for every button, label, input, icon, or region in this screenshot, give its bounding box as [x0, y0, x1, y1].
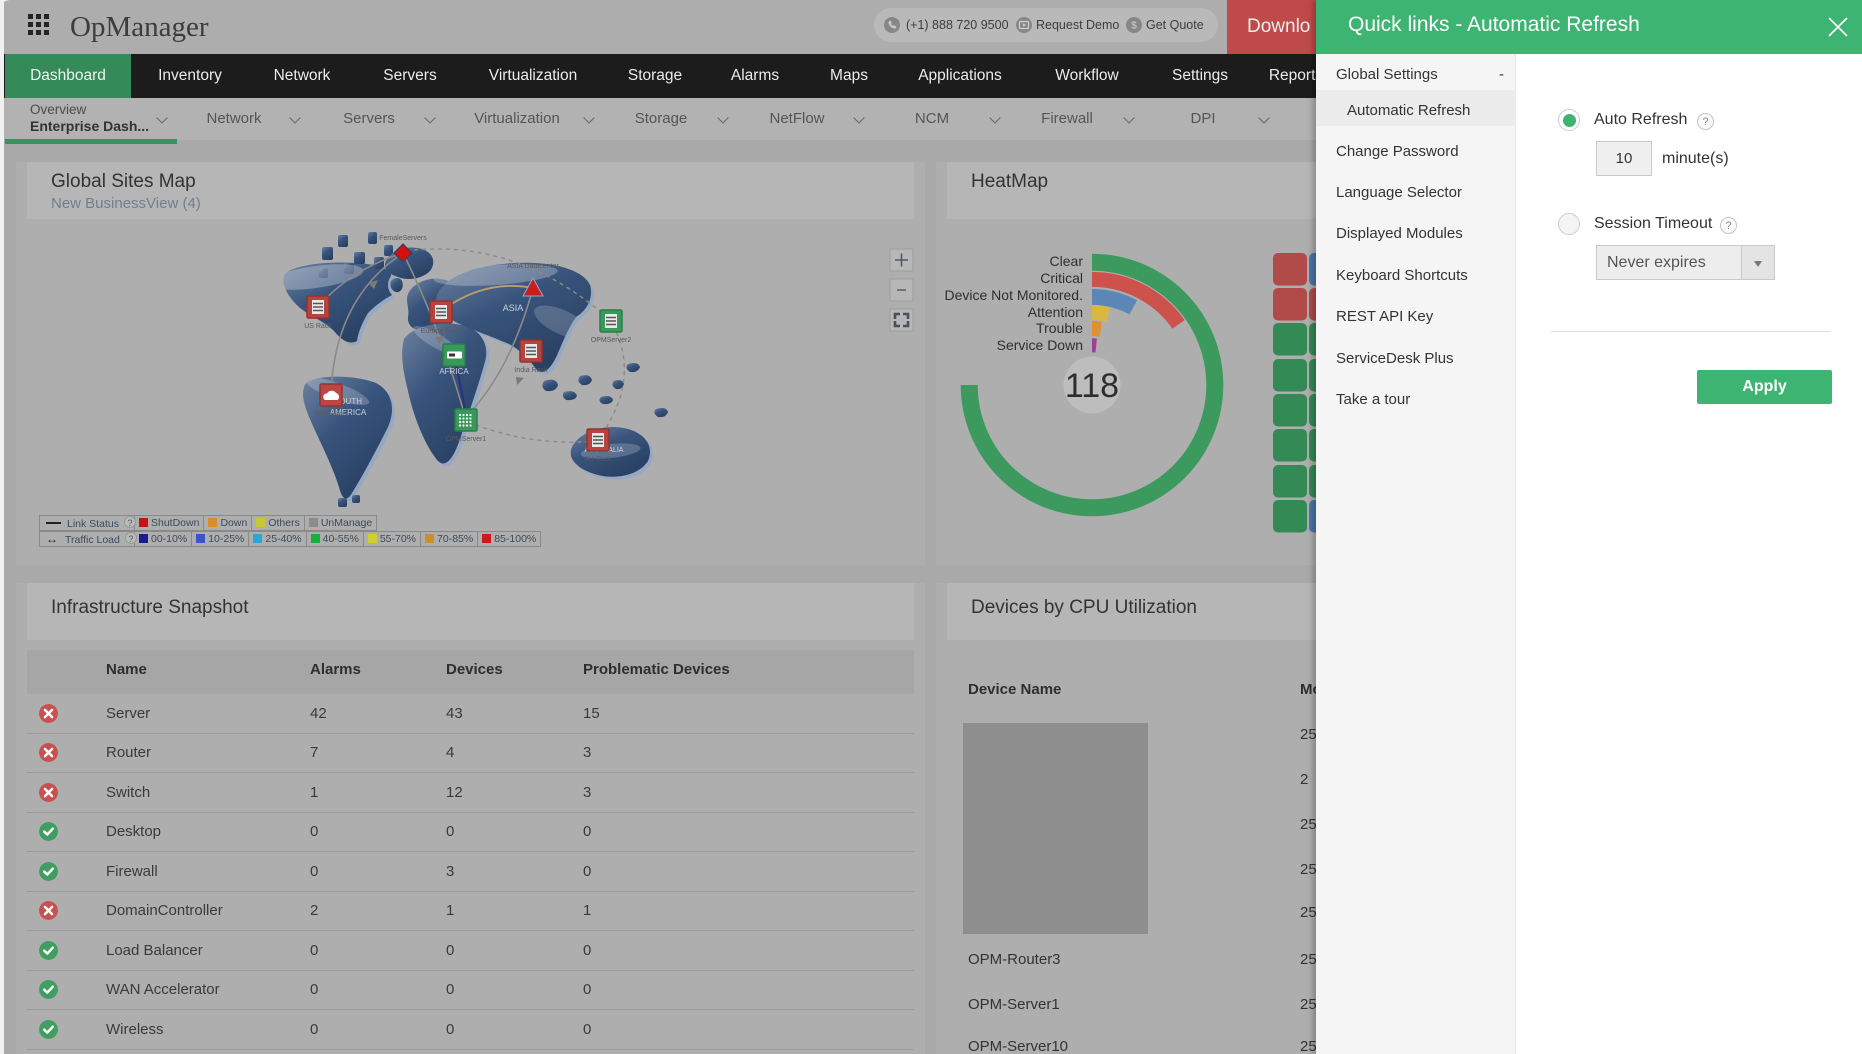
svg-text:Clear: Clear — [1050, 253, 1084, 269]
svg-text:India Rack: India Rack — [514, 367, 548, 374]
svg-text:Critical: Critical — [1040, 270, 1083, 286]
svg-text:AFRICA: AFRICA — [439, 367, 469, 376]
svg-text:Trouble: Trouble — [1036, 320, 1083, 336]
svg-text:FemaleServers: FemaleServers — [379, 235, 427, 242]
svg-text:118: 118 — [1065, 367, 1119, 405]
svg-text:AU Rack: AU Rack — [584, 456, 612, 463]
svg-text:Device Not Monitored.: Device Not Monitored. — [944, 287, 1083, 303]
svg-text:Europe Rack: Europe Rack — [421, 328, 462, 335]
svg-text:ASIA: ASIA — [503, 303, 524, 313]
svg-text:US Rack: US Rack — [304, 323, 332, 330]
svg-text:$: $ — [1131, 21, 1137, 32]
svg-text:WAN Mon: WAN Mon — [315, 411, 347, 418]
svg-text:OPMServer1: OPMServer1 — [446, 436, 487, 443]
svg-text:Attention: Attention — [1028, 304, 1083, 320]
svg-text:ASIA Datacenter: ASIA Datacenter — [507, 263, 559, 270]
svg-text:OPMServer2: OPMServer2 — [591, 337, 632, 344]
svg-text:Service Down: Service Down — [997, 337, 1083, 353]
